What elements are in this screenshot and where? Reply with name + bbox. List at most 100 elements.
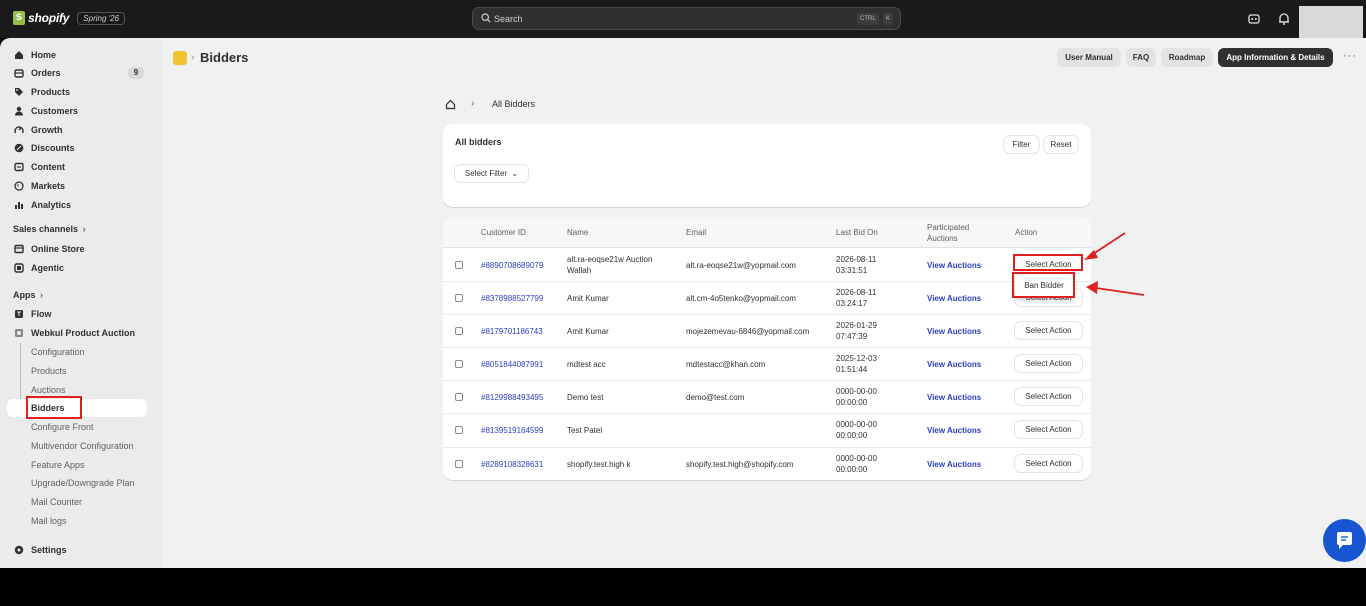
row-checkbox[interactable] bbox=[455, 393, 463, 401]
filter-button[interactable]: Filter bbox=[1004, 136, 1039, 153]
subitem-configure-front[interactable]: Configure Front bbox=[31, 422, 94, 432]
flow-icon bbox=[13, 309, 24, 320]
sidebar-item-settings[interactable]: Settings bbox=[13, 542, 67, 558]
customer-name: shopify.test.high k bbox=[567, 460, 631, 469]
gear-icon bbox=[13, 545, 24, 556]
column-header-action: Action bbox=[1015, 228, 1038, 237]
sidebar-item-growth[interactable]: Growth bbox=[13, 122, 63, 138]
last-bid-date: 0000-00-00 bbox=[836, 454, 877, 463]
app-info-button[interactable]: App Information & Details bbox=[1218, 48, 1333, 67]
select-action-button[interactable]: Select Action bbox=[1015, 355, 1082, 372]
subitem-mail-counter[interactable]: Mail Counter bbox=[31, 497, 82, 507]
customer-id-link[interactable]: #8378988527799 bbox=[481, 293, 543, 304]
subitem-mail-logs[interactable]: Mail logs bbox=[31, 516, 67, 526]
subitem-multivendor-configuration[interactable]: Multivendor Configuration bbox=[31, 441, 134, 451]
customer-id-link[interactable]: #8051844087991 bbox=[481, 359, 543, 370]
view-auctions-link[interactable]: View Auctions bbox=[927, 392, 981, 403]
view-auctions-link[interactable]: View Auctions bbox=[927, 260, 981, 271]
shopify-bag-icon: S bbox=[13, 11, 25, 25]
last-bid-date: 0000-00-00 bbox=[836, 387, 877, 396]
more-icon[interactable]: ··· bbox=[1343, 50, 1357, 62]
select-filter-dropdown[interactable]: Select Filter ⌄ bbox=[455, 165, 528, 182]
filter-card-title: All bidders bbox=[455, 137, 502, 147]
customer-email: alt.ra-eoqse21w@yopmail.com bbox=[686, 261, 796, 270]
select-action-button[interactable]: Select Action bbox=[1015, 455, 1082, 472]
tag-icon bbox=[13, 87, 24, 98]
home-icon[interactable] bbox=[445, 99, 456, 110]
sales-channels-section[interactable]: Sales channels › bbox=[13, 224, 86, 234]
bell-icon[interactable] bbox=[1277, 12, 1291, 26]
shopify-logo[interactable]: S shopify Spring '26 bbox=[13, 11, 126, 25]
sidebar-item-label: Markets bbox=[31, 181, 66, 191]
sidebar-item-home[interactable]: Home bbox=[13, 47, 56, 63]
row-checkbox[interactable] bbox=[455, 294, 463, 302]
sidebar-item-agentic[interactable]: Agentic bbox=[13, 260, 64, 276]
sidebar-item-content[interactable]: Content bbox=[13, 159, 65, 175]
row-checkbox[interactable] bbox=[455, 261, 463, 269]
row-checkbox[interactable] bbox=[455, 460, 463, 468]
highlight-select-action bbox=[1013, 254, 1083, 271]
view-auctions-link[interactable]: View Auctions bbox=[927, 326, 981, 337]
row-checkbox[interactable] bbox=[455, 327, 463, 335]
last-bid-date: 2025-12-03 bbox=[836, 354, 877, 363]
view-auctions-link[interactable]: View Auctions bbox=[927, 359, 981, 370]
row-checkbox[interactable] bbox=[455, 426, 463, 434]
column-header-email: Email bbox=[686, 228, 707, 237]
last-bid-date: 2026-01-29 bbox=[836, 321, 877, 330]
select-action-button[interactable]: Select Action bbox=[1015, 388, 1082, 405]
sidebar-item-flow[interactable]: Flow bbox=[13, 306, 52, 322]
sidebar-item-customers[interactable]: Customers bbox=[13, 103, 78, 119]
last-bid-time: 03:24:17 bbox=[836, 299, 868, 308]
last-bid-time: 03:31:51 bbox=[836, 266, 868, 275]
view-auctions-link[interactable]: View Auctions bbox=[927, 293, 981, 304]
view-auctions-link[interactable]: View Auctions bbox=[927, 459, 981, 470]
sidebar-item-discounts[interactable]: Discounts bbox=[13, 140, 75, 156]
row-divider bbox=[443, 314, 1091, 315]
customer-id-link[interactable]: #8289108328631 bbox=[481, 459, 543, 470]
last-bid-time: 00:00:00 bbox=[836, 398, 868, 407]
customer-id-link[interactable]: #8179701186743 bbox=[481, 326, 543, 337]
select-action-button[interactable]: Select Action bbox=[1015, 322, 1082, 339]
customer-email: shopify.test.high@shopify.com bbox=[686, 460, 794, 469]
section-label: Apps bbox=[13, 290, 36, 300]
customer-id-link[interactable]: #8139519164599 bbox=[481, 425, 543, 436]
subitem-configuration[interactable]: Configuration bbox=[31, 347, 85, 357]
sidebar-item-analytics[interactable]: Analytics bbox=[13, 197, 71, 213]
sidebar-item-label: Flow bbox=[31, 309, 52, 319]
view-auctions-link[interactable]: View Auctions bbox=[927, 425, 981, 436]
sidebar-item-label: Settings bbox=[31, 545, 67, 555]
subitem-feature-apps[interactable]: Feature Apps bbox=[31, 460, 85, 470]
subitem-upgrade-plan[interactable]: Upgrade/Downgrade Plan bbox=[31, 478, 135, 488]
version-badge: Spring '26 bbox=[77, 11, 126, 25]
subitem-products[interactable]: Products bbox=[31, 366, 67, 376]
select-action-button[interactable]: Select Action bbox=[1015, 421, 1082, 438]
bottom-bar bbox=[0, 568, 1366, 606]
customer-name: mdtest acc bbox=[567, 360, 606, 369]
sidebar-item-products[interactable]: Products bbox=[13, 84, 70, 100]
roadmap-button[interactable]: Roadmap bbox=[1161, 48, 1213, 67]
sidebar-item-markets[interactable]: Markets bbox=[13, 178, 65, 194]
apps-section[interactable]: Apps › bbox=[13, 290, 43, 300]
account-avatar[interactable] bbox=[1299, 6, 1363, 38]
row-checkbox[interactable] bbox=[455, 360, 463, 368]
sidebar-item-label: Products bbox=[31, 87, 71, 97]
sidebar-item-label: Customers bbox=[31, 106, 79, 116]
last-bid-time: 00:00:00 bbox=[836, 465, 868, 474]
faq-button[interactable]: FAQ bbox=[1126, 48, 1156, 67]
search-bar[interactable]: Search CTRL K bbox=[472, 7, 901, 30]
sidebar-item-orders[interactable]: Orders bbox=[13, 65, 61, 81]
subitem-auctions[interactable]: Auctions bbox=[31, 385, 66, 395]
sidekick-icon[interactable] bbox=[1247, 12, 1261, 26]
sidebar-item-online-store[interactable]: Online Store bbox=[13, 241, 85, 257]
customer-id-link[interactable]: #8890708689079 bbox=[481, 260, 543, 271]
customer-id-link[interactable]: #8129988493495 bbox=[481, 392, 543, 403]
chevron-right-icon: › bbox=[82, 224, 86, 234]
reset-button[interactable]: Reset bbox=[1044, 136, 1078, 153]
row-divider bbox=[443, 447, 1091, 448]
chevron-right-icon: › bbox=[191, 52, 195, 63]
chat-button[interactable] bbox=[1323, 519, 1366, 562]
user-manual-button[interactable]: User Manual bbox=[1057, 48, 1121, 67]
chevron-right-icon: › bbox=[471, 98, 475, 109]
sidebar-item-webkul-product-auction[interactable]: Webkul Product Auction bbox=[13, 325, 135, 341]
app-icon bbox=[13, 328, 24, 339]
